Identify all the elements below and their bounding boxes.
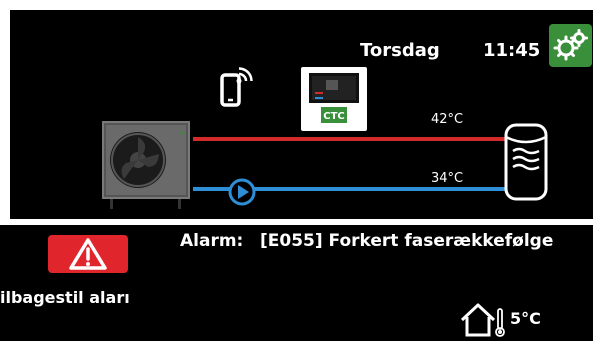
circulation-pump-icon: [228, 178, 256, 206]
house-thermometer-icon: [460, 303, 505, 337]
controller-logo: CTC: [323, 111, 345, 122]
day-label: Torsdag: [360, 40, 440, 61]
outdoor-temperature: 5°C: [510, 309, 541, 328]
alarm-button[interactable]: [48, 235, 128, 273]
heat-pump-icon: [102, 121, 190, 209]
smartphone-wifi-icon: [220, 67, 253, 107]
alarm-panel: Alarm: [E055] Forkert faserækkefølge ilb…: [0, 225, 593, 341]
system-overview-panel: Torsdag 11:45 42°C 34°C CTC: [10, 10, 593, 219]
supply-temperature: 42°C: [431, 112, 464, 127]
return-temperature: 34°C: [431, 171, 464, 186]
gears-icon: [553, 29, 588, 61]
alarm-label: Alarm:: [180, 231, 244, 251]
clock: 11:45: [483, 40, 541, 61]
controller-screen: Torsdag 11:45 42°C 34°C CTC Alarm: [E055…: [0, 0, 593, 341]
reset-alarm-button[interactable]: ilbagestil aları: [0, 290, 130, 306]
warning-icon: [69, 238, 107, 270]
supply-pipe: [193, 137, 505, 141]
alarm-message: [E055] Forkert faserækkefølge: [260, 231, 554, 251]
settings-button[interactable]: [549, 24, 592, 67]
tank-icon: [504, 123, 548, 201]
controller-unit: CTC: [301, 67, 367, 131]
